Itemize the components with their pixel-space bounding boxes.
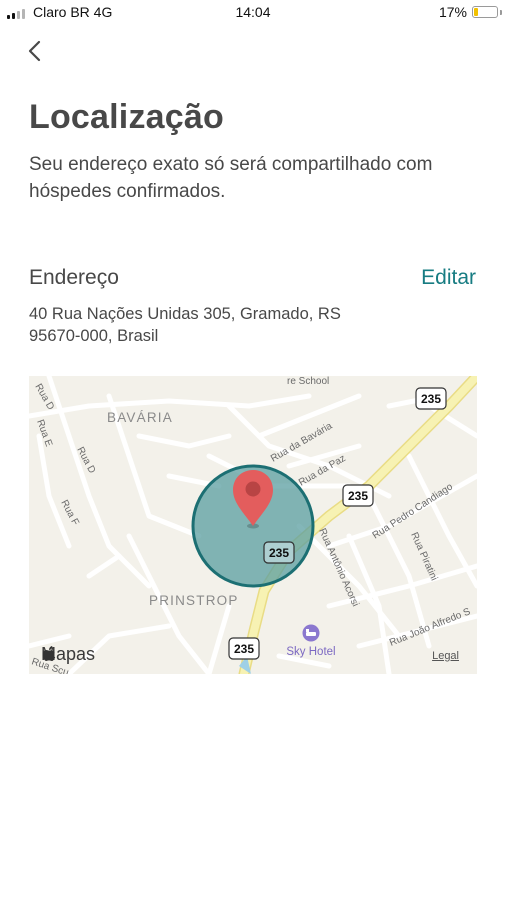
svg-text:235: 235 xyxy=(269,546,289,560)
status-bar: Claro BR 4G 14:04 17% xyxy=(0,0,506,24)
address-section-label: Endereço xyxy=(29,266,119,289)
edit-address-button[interactable]: Editar xyxy=(421,266,476,290)
battery-percentage: 17% xyxy=(438,4,467,20)
street-label: Rua E xyxy=(34,418,54,448)
status-time: 14:04 xyxy=(235,4,271,20)
chevron-left-icon xyxy=(28,40,41,62)
street-label: Rua Piratini xyxy=(408,531,439,583)
route-shield: 235 xyxy=(263,541,295,564)
battery-cap xyxy=(500,10,502,15)
page-description: Seu endereço exato só será compartilhado… xyxy=(29,154,433,202)
street-label: re School xyxy=(287,376,329,387)
svg-text:235: 235 xyxy=(421,392,441,406)
back-button[interactable] xyxy=(26,38,48,64)
address-line-2: 95670-000, Brasil xyxy=(29,327,159,345)
maps-brand: Mapas xyxy=(41,644,95,665)
route-shield: 235 xyxy=(228,637,260,660)
map-canvas: re School Rua D Rua E Rua D Rua F Rua da… xyxy=(29,376,477,674)
district-label-bavaria: BAVÁRIA xyxy=(107,410,173,425)
svg-text:235: 235 xyxy=(234,642,254,656)
route-shield: 235 xyxy=(342,484,374,507)
hotel-poi-icon xyxy=(302,624,320,642)
battery-level-fill xyxy=(474,8,478,16)
poi-label: Sky Hotel xyxy=(286,646,335,658)
address-text: 40 Rua Nações Unidas 305, Gramado, RS 95… xyxy=(29,303,369,347)
location-map[interactable]: re School Rua D Rua E Rua D Rua F Rua da… xyxy=(29,376,477,674)
apple-logo-icon xyxy=(42,646,56,661)
svg-text:235: 235 xyxy=(348,489,368,503)
address-line-1: 40 Rua Nações Unidas 305, Gramado, RS xyxy=(29,305,341,323)
map-legal-link[interactable]: Legal xyxy=(432,650,459,662)
route-shield: 235 xyxy=(415,387,447,410)
district-label-prinstrop: PRINSTROP xyxy=(149,593,239,608)
page-title: Localização xyxy=(29,98,224,136)
battery-icon xyxy=(472,6,498,18)
